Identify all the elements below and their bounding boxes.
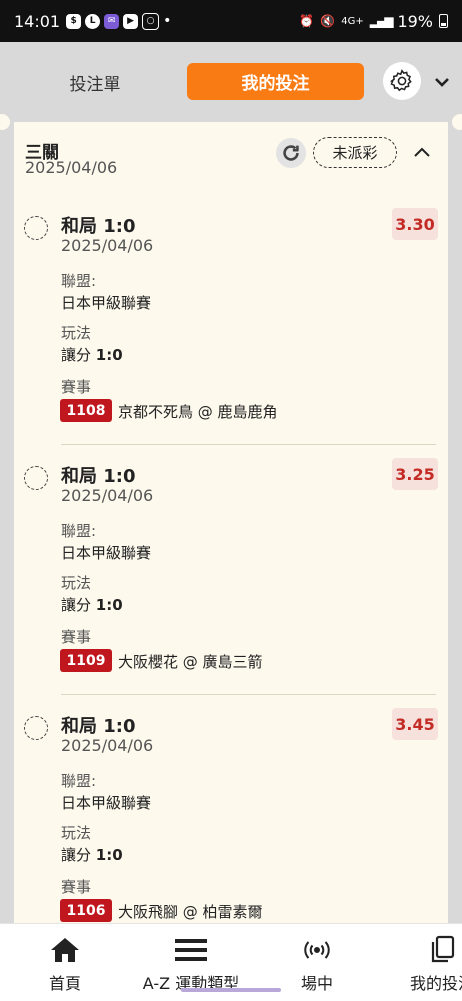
chevron-down-icon: [435, 78, 449, 87]
league-value: 日本甲級聯賽: [61, 544, 152, 562]
event-name: 大阪櫻花 @ 廣島三箭: [118, 653, 263, 671]
market-value: 讓分 1:0: [61, 344, 123, 365]
collapse-button[interactable]: [408, 138, 436, 166]
nav-live[interactable]: 場中: [282, 924, 352, 1001]
signal-icon: ▂▄▆: [369, 14, 394, 28]
divider: [61, 444, 436, 445]
event-label: 賽事: [61, 628, 92, 646]
bet-item: 和局 1:0 2025/04/06 3.30 聯盟: 日本甲級聯賽 玩法 讓分 …: [14, 208, 448, 458]
battery-icon: [439, 14, 448, 28]
tab-bar: 投注單 我的投注: [0, 60, 462, 104]
selection-radio[interactable]: [24, 716, 48, 740]
status-time: 14:01: [14, 11, 61, 31]
market-prefix: 讓分: [61, 846, 92, 864]
selection-radio[interactable]: [24, 466, 48, 490]
event-label: 賽事: [61, 878, 92, 896]
nav-live-label: 場中: [300, 974, 333, 993]
market-label: 玩法: [61, 574, 92, 592]
nav-my-bets[interactable]: 我的投注: [406, 924, 462, 1001]
event-label: 賽事: [61, 378, 92, 396]
tab-bet-slip[interactable]: 投注單: [30, 64, 160, 100]
market-score: 1:0: [95, 596, 123, 614]
instagram-icon: ○: [142, 12, 160, 30]
network-label: 4G+: [341, 15, 364, 27]
event-number-badge: 1108: [60, 399, 112, 422]
league-label: 聯盟:: [61, 272, 97, 290]
event-name: 大阪飛腳 @ 柏雷素爾: [118, 903, 263, 921]
battery-label: 19%: [397, 11, 433, 31]
odds-badge: 3.30: [392, 208, 438, 240]
bet-selection: 和局 1:0: [61, 716, 136, 737]
bet-date: 2025/04/06: [61, 236, 154, 255]
event-number-badge: 1109: [60, 649, 112, 672]
league-label: 聯盟:: [61, 522, 97, 540]
bet-record-panel: 三關 2025/04/06 未派彩 和局 1:0 2025/04/06 3.30…: [14, 122, 448, 942]
league-label: 聯盟:: [61, 772, 97, 790]
bet-item: 和局 1:0 2025/04/06 3.25 聯盟: 日本甲級聯賽 玩法 讓分 …: [14, 458, 448, 708]
shopping-bag-icon: $: [66, 13, 82, 29]
divider: [61, 694, 436, 695]
market-prefix: 讓分: [61, 596, 92, 614]
event-number-badge: 1106: [60, 899, 112, 922]
odds-badge: 3.25: [392, 458, 438, 490]
message-icon: ✉: [104, 13, 120, 29]
more-notifications-icon: •: [163, 13, 172, 29]
refresh-icon: [283, 145, 299, 161]
market-label: 玩法: [61, 324, 92, 342]
league-value: 日本甲級聯賽: [61, 794, 152, 812]
market-score: 1:0: [95, 846, 123, 864]
live-broadcast-icon: [304, 941, 330, 959]
bet-selection: 和局 1:0: [61, 216, 136, 237]
mute-icon: 🔇: [320, 14, 336, 28]
nav-home-label: 首頁: [48, 974, 81, 993]
menu-icon: [175, 939, 207, 961]
dropdown-button[interactable]: [428, 68, 456, 96]
league-value: 日本甲級聯賽: [61, 294, 152, 312]
market-label: 玩法: [61, 824, 92, 842]
nav-home[interactable]: 首頁: [30, 924, 100, 1001]
chevron-up-icon: [414, 147, 430, 157]
market-prefix: 讓分: [61, 346, 92, 364]
bet-item: 和局 1:0 2025/04/06 3.45 聯盟: 日本甲級聯賽 玩法 讓分 …: [14, 708, 448, 942]
odds-badge: 3.45: [392, 708, 438, 740]
copy-icon: [431, 935, 455, 963]
status-bar: 14:01 $ L ✉ ▶ ○ • ⏰ 🔇 4G+ ▂▄▆ 19%: [0, 0, 462, 42]
status-badge: 未派彩: [313, 137, 397, 168]
settings-button[interactable]: [383, 62, 421, 100]
selection-radio[interactable]: [24, 216, 48, 240]
market-value: 讓分 1:0: [61, 594, 123, 615]
home-icon: [51, 938, 79, 962]
gear-icon: [389, 69, 412, 92]
line-icon: L: [85, 13, 101, 29]
market-score: 1:0: [95, 346, 123, 364]
youtube-icon: ▶: [123, 13, 139, 29]
bet-date: 2025/04/06: [61, 736, 154, 755]
alarm-icon: ⏰: [299, 14, 315, 28]
market-value: 讓分 1:0: [61, 844, 123, 865]
nav-my-bets-label: 我的投注: [410, 974, 462, 993]
combo-date: 2025/04/06: [25, 158, 118, 177]
gesture-bar: [181, 988, 281, 992]
bet-date: 2025/04/06: [61, 486, 154, 505]
bet-selection: 和局 1:0: [61, 466, 136, 487]
refresh-button[interactable]: [276, 138, 306, 168]
tab-my-bets[interactable]: 我的投注: [187, 63, 364, 100]
event-name: 京都不死鳥 @ 鹿島鹿角: [118, 403, 278, 421]
